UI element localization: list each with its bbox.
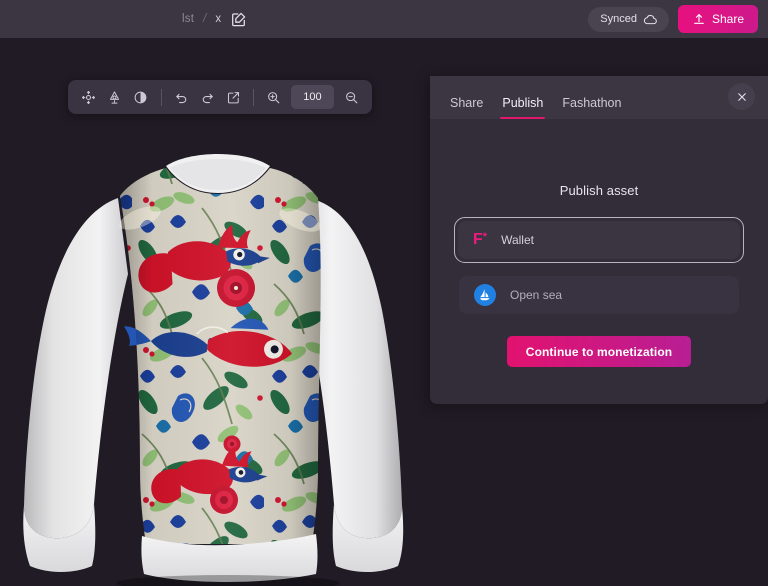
publish-option-opensea-label: Open sea bbox=[510, 288, 563, 302]
open-external-button[interactable] bbox=[220, 84, 246, 110]
panel-tabs: Share Publish Fashathon bbox=[450, 76, 621, 119]
viewport-toolbar[interactable]: 100 bbox=[68, 80, 372, 114]
garment-left-sleeve bbox=[24, 198, 128, 539]
redo-arrow-icon bbox=[202, 93, 213, 103]
panel-header: Share Publish Fashathon bbox=[430, 76, 768, 119]
move-crosshair-icon bbox=[82, 90, 96, 104]
garment-shadow bbox=[116, 575, 340, 586]
lighting-tool-button[interactable] bbox=[102, 84, 128, 110]
contrast-tool-button[interactable] bbox=[128, 84, 154, 110]
wallet-option-selected-ring: F * Wallet bbox=[454, 217, 744, 263]
toolbar-divider-1 bbox=[160, 88, 162, 106]
upload-icon bbox=[694, 14, 704, 24]
tab-fashathon[interactable]: Fashathon bbox=[562, 96, 621, 119]
continue-to-monetization-button[interactable]: Continue to monetization bbox=[506, 336, 692, 367]
sync-status-pill[interactable]: Synced bbox=[588, 6, 669, 32]
breadcrumb-parent[interactable]: lst bbox=[182, 13, 194, 25]
viewport-canvas[interactable]: 100 Share Publish Fashathon Publish asse… bbox=[0, 38, 768, 586]
zoom-in-button[interactable] bbox=[261, 84, 287, 110]
close-x-icon bbox=[737, 92, 746, 101]
external-link-icon bbox=[227, 91, 239, 103]
redo-button[interactable] bbox=[194, 84, 220, 110]
tab-publish[interactable]: Publish bbox=[500, 96, 546, 119]
publish-option-wallet[interactable]: F * Wallet bbox=[458, 221, 740, 259]
top-bar: lst / x Synced Share bbox=[0, 0, 768, 38]
edit-square-icon[interactable] bbox=[230, 11, 247, 28]
panel-body: Publish asset F * Wallet Open sea Contin… bbox=[430, 183, 768, 367]
opensea-sailboat-icon bbox=[474, 284, 496, 306]
app-window: 100 Share Publish Fashathon Publish asse… bbox=[0, 0, 768, 586]
zoom-out-button[interactable] bbox=[338, 84, 364, 110]
top-bar-actions: Synced Share bbox=[588, 0, 758, 38]
undo-arrow-icon bbox=[176, 93, 187, 103]
lamp-icon bbox=[110, 90, 120, 104]
magnifier-minus-icon bbox=[345, 91, 357, 103]
contrast-half-circle-icon bbox=[134, 91, 147, 103]
share-button[interactable]: Share bbox=[677, 5, 758, 33]
breadcrumb-separator: / bbox=[203, 13, 207, 25]
publish-panel: Share Publish Fashathon Publish asset F *… bbox=[430, 76, 768, 404]
cta-container: Continue to monetization bbox=[454, 336, 744, 367]
magnifier-plus-icon bbox=[268, 91, 280, 103]
breadcrumb-current-name[interactable]: x bbox=[215, 13, 221, 25]
panel-title: Publish asset bbox=[559, 183, 639, 198]
fabricant-f-logo: F * bbox=[473, 231, 488, 248]
tab-share[interactable]: Share bbox=[450, 96, 483, 119]
sync-status-label: Synced bbox=[600, 13, 637, 25]
cloud-icon bbox=[643, 14, 657, 24]
move-tool-button[interactable] bbox=[76, 84, 102, 110]
zoom-level-input[interactable]: 100 bbox=[290, 85, 335, 109]
share-button-label: Share bbox=[711, 12, 744, 26]
publish-option-opensea[interactable]: Open sea bbox=[459, 276, 739, 314]
close-panel-button[interactable] bbox=[728, 83, 755, 110]
garment-3d-preview[interactable] bbox=[0, 38, 430, 586]
undo-button[interactable] bbox=[168, 84, 194, 110]
breadcrumb: lst / x bbox=[182, 0, 247, 38]
publish-option-wallet-label: Wallet bbox=[501, 233, 534, 247]
toolbar-divider-2 bbox=[252, 88, 254, 106]
